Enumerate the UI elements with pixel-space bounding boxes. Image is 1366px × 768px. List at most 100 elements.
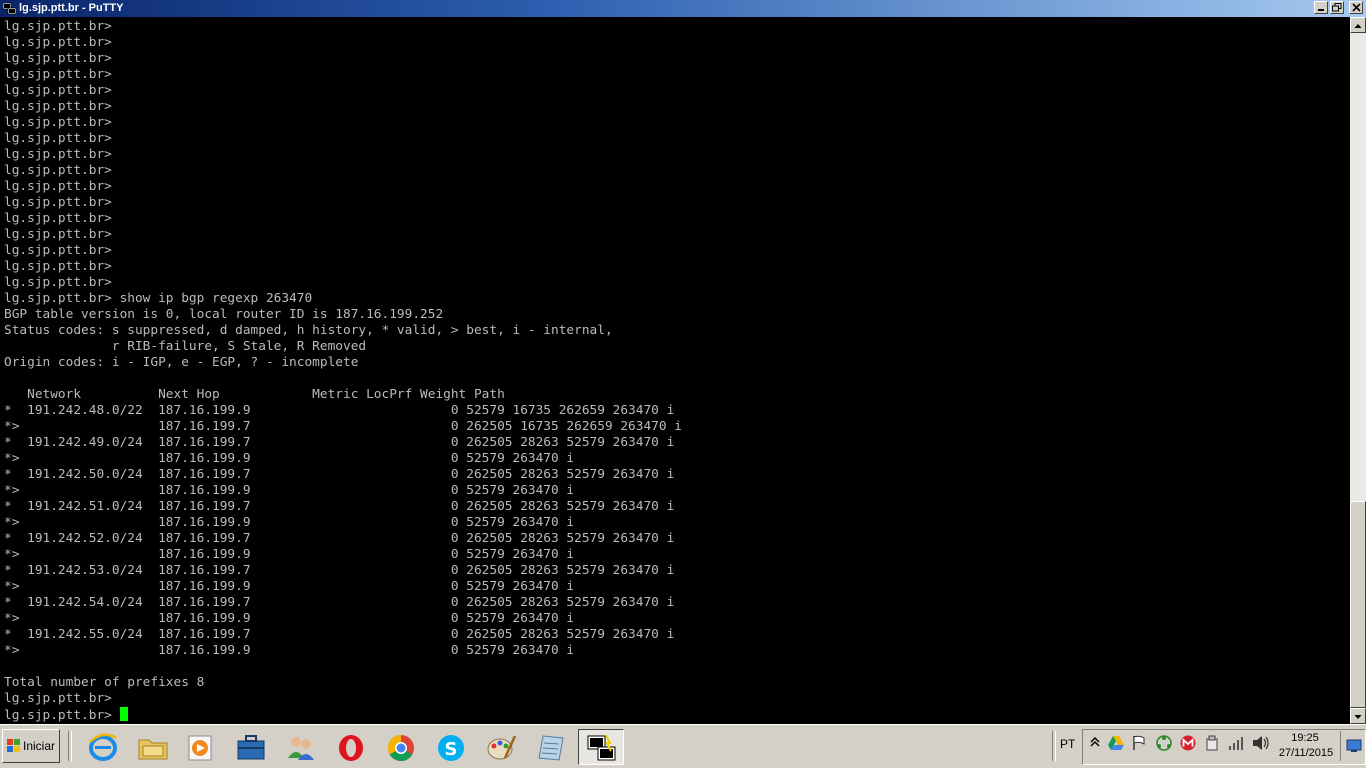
clock-date[interactable]: 27/11/2015 (1276, 747, 1336, 759)
chevron-up-icon[interactable] (1090, 735, 1100, 749)
antivirus-icon[interactable] (1180, 735, 1196, 751)
action-center-flag-icon[interactable] (1131, 735, 1147, 751)
svg-text:S: S (445, 739, 458, 760)
terminal-line: lg.sjp.ptt.br> (4, 131, 112, 146)
internet-explorer-icon (89, 733, 117, 761)
terminal-line: lg.sjp.ptt.br> (4, 83, 112, 98)
terminal-line: lg.sjp.ptt.br> (4, 179, 112, 194)
terminal-line: * 191.242.54.0/24 187.16.199.7 0 262505 … (4, 595, 675, 610)
clock-time[interactable]: 19:25 (1282, 732, 1328, 744)
putty-icon (587, 734, 616, 761)
terminal-line: * 191.242.55.0/24 187.16.199.7 0 262505 … (4, 627, 675, 642)
close-icon (1351, 3, 1361, 12)
taskbar-internet-explorer[interactable] (80, 729, 126, 765)
taskbar-media-player[interactable] (178, 729, 224, 765)
terminal-line: Network Next Hop Metric LocPrf Weight Pa… (4, 387, 505, 402)
minimize-icon (1318, 9, 1324, 11)
terminal-line: * 191.242.49.0/24 187.16.199.7 0 262505 … (4, 435, 675, 450)
terminal-line: lg.sjp.ptt.br> (4, 691, 112, 706)
taskbar-separator (1052, 731, 1056, 761)
terminal-line: lg.sjp.ptt.br> (4, 51, 112, 66)
usb-device-icon[interactable] (1204, 735, 1220, 751)
arrow-down-icon (1354, 715, 1362, 719)
terminal-line: *> 187.16.199.9 0 52579 263470 i (4, 547, 575, 562)
terminal-line: lg.sjp.ptt.br> (4, 115, 112, 130)
terminal-line: lg.sjp.ptt.br> (4, 19, 112, 34)
notepad-icon (538, 735, 564, 761)
terminal-line: lg.sjp.ptt.br> (4, 707, 128, 723)
restore-icon (1332, 3, 1342, 12)
file-explorer-icon (138, 739, 168, 760)
terminal-line: *> 187.16.199.9 0 52579 263470 i (4, 451, 575, 466)
terminal-output[interactable]: lg.sjp.ptt.br> lg.sjp.ptt.br> lg.sjp.ptt.b… (0, 17, 1350, 724)
restore-button[interactable] (1330, 1, 1344, 14)
taskbar-notepad[interactable] (528, 729, 574, 765)
close-button[interactable] (1349, 1, 1363, 14)
network-nodes-icon[interactable] (1155, 735, 1173, 751)
terminal-line: *> 187.16.199.9 0 52579 263470 i (4, 515, 575, 530)
taskbar-users[interactable] (278, 729, 324, 765)
taskbar-opera[interactable] (328, 729, 374, 765)
taskbar-chrome[interactable] (378, 729, 424, 765)
terminal-line: lg.sjp.ptt.br> (4, 275, 112, 290)
taskbar-putty[interactable] (578, 729, 624, 765)
scroll-thumb[interactable] (1350, 501, 1366, 708)
signal-strength-icon[interactable] (1228, 735, 1246, 751)
terminal-line: * 191.242.53.0/24 187.16.199.7 0 262505 … (4, 563, 675, 578)
taskbar-separator (68, 731, 72, 761)
terminal-cursor (119, 707, 128, 721)
title-bar[interactable]: lg.sjp.ptt.br - PuTTY (0, 0, 1366, 17)
paint-icon (487, 735, 517, 760)
users-icon (288, 737, 314, 760)
terminal-line: * 191.242.48.0/22 187.16.199.9 0 52579 1… (4, 403, 675, 418)
terminal-line: lg.sjp.ptt.br> (4, 147, 112, 162)
taskbar-briefcase[interactable] (228, 729, 274, 765)
terminal-line: lg.sjp.ptt.br> (4, 163, 112, 178)
window-title: lg.sjp.ptt.br - PuTTY (19, 2, 124, 14)
terminal-line: Origin codes: i - IGP, e - EGP, ? - inco… (4, 355, 359, 370)
arrow-up-icon (1354, 24, 1362, 28)
putty-icon (3, 2, 16, 15)
briefcase-icon (237, 735, 265, 760)
taskbar-skype[interactable]: S (428, 729, 474, 765)
skype-icon: S (438, 735, 464, 761)
minimize-button[interactable] (1314, 1, 1328, 14)
terminal-line: *> 187.16.199.9 0 52579 263470 i (4, 483, 575, 498)
scroll-down-button[interactable] (1350, 708, 1366, 724)
terminal-line: r RIB-failure, S Stale, R Removed (4, 339, 367, 354)
show-desktop-icon[interactable] (1346, 739, 1362, 753)
terminal-line: lg.sjp.ptt.br> (4, 67, 112, 82)
volume-icon[interactable] (1252, 735, 1270, 751)
start-button[interactable]: Iniciar (2, 729, 60, 763)
terminal-line: lg.sjp.ptt.br> (4, 211, 112, 226)
taskbar-file-explorer[interactable] (130, 729, 176, 765)
start-label: Iniciar (22, 739, 55, 753)
terminal-line: *> 187.16.199.9 0 52579 263470 i (4, 579, 575, 594)
taskbar-paint[interactable] (478, 729, 524, 765)
terminal-line: *> 187.16.199.7 0 262505 16735 262659 26… (4, 419, 682, 434)
opera-icon (339, 735, 363, 761)
terminal-line: BGP table version is 0, local router ID … (4, 307, 444, 322)
google-drive-icon[interactable] (1107, 735, 1125, 751)
taskbar: Iniciar S PT 19:25 27/11/2015 (0, 724, 1366, 768)
terminal-line: * 191.242.52.0/24 187.16.199.7 0 262505 … (4, 531, 675, 546)
media-player-icon (188, 735, 212, 761)
terminal-line: lg.sjp.ptt.br> (4, 243, 112, 258)
terminal-line: lg.sjp.ptt.br> (4, 259, 112, 274)
language-indicator[interactable]: PT (1060, 737, 1075, 751)
terminal-line: lg.sjp.ptt.br> (4, 227, 112, 242)
terminal-line: lg.sjp.ptt.br> (4, 195, 112, 210)
terminal-scrollbar[interactable] (1350, 17, 1366, 724)
terminal-line: * 191.242.51.0/24 187.16.199.7 0 262505 … (4, 499, 675, 514)
terminal-line: *> 187.16.199.9 0 52579 263470 i (4, 643, 575, 658)
terminal-line: lg.sjp.ptt.br> (4, 99, 112, 114)
scroll-up-button[interactable] (1350, 17, 1366, 33)
chrome-icon (387, 734, 414, 762)
terminal-line: * 191.242.50.0/24 187.16.199.7 0 262505 … (4, 467, 675, 482)
terminal-line: lg.sjp.ptt.br> (4, 35, 112, 50)
terminal-line: Status codes: s suppressed, d damped, h … (4, 323, 613, 338)
windows-logo-icon (7, 739, 20, 752)
terminal-line: *> 187.16.199.9 0 52579 263470 i (4, 611, 575, 626)
terminal-line: lg.sjp.ptt.br> show ip bgp regexp 263470 (4, 291, 313, 306)
terminal-line: Total number of prefixes 8 (4, 675, 205, 690)
